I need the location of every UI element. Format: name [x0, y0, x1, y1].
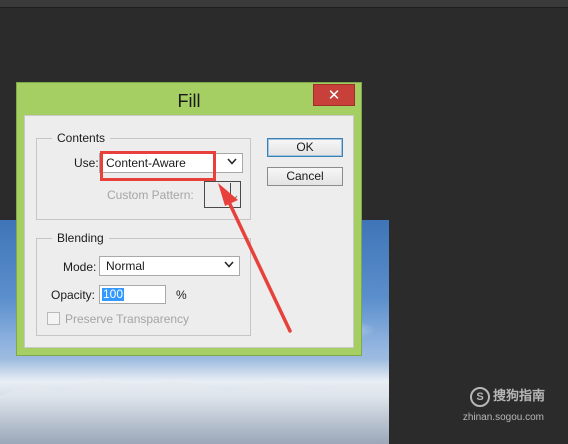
blending-group: Blending Mode: Normal Opacity: 100 % Pre… — [36, 231, 251, 336]
chevron-down-icon — [230, 190, 238, 204]
watermark-brand: 搜狗指南 — [492, 388, 545, 404]
preserve-transparency-checkbox[interactable] — [47, 312, 60, 325]
chevron-down-icon — [219, 257, 239, 275]
mode-value: Normal — [106, 259, 145, 273]
opacity-input[interactable]: 100 — [99, 285, 166, 304]
sogou-logo-icon: S — [469, 387, 490, 407]
mode-select[interactable]: Normal — [99, 256, 240, 276]
dialog-body: Contents Use: Content-Aware Custom Patte… — [24, 115, 354, 348]
opacity-value: 100 — [102, 287, 125, 301]
custom-pattern-label: Custom Pattern: — [107, 188, 194, 202]
watermark-url: zhinan.sogou.com — [462, 412, 544, 423]
sogou-watermark: S 搜狗指南 — [469, 385, 545, 407]
contents-legend: Contents — [52, 131, 111, 145]
mode-label: Mode: — [63, 260, 97, 274]
annotation-highlight — [100, 151, 216, 181]
ok-button[interactable]: OK — [267, 138, 343, 157]
preserve-transparency-label: Preserve Transparency — [65, 312, 190, 326]
app-top-bar — [0, 0, 568, 8]
fill-dialog: Fill ✕ Contents Use: Content-Aware Custo… — [16, 82, 362, 356]
close-icon: ✕ — [327, 87, 341, 104]
cancel-button[interactable]: Cancel — [267, 167, 343, 186]
custom-pattern-picker[interactable] — [204, 181, 241, 208]
close-button[interactable]: ✕ — [313, 84, 355, 106]
blending-legend: Blending — [52, 231, 109, 245]
snow-mountains — [0, 378, 389, 444]
use-label: Use: — [74, 156, 99, 170]
chevron-down-icon — [222, 154, 242, 172]
opacity-unit: % — [176, 288, 187, 302]
pattern-swatch-icon — [206, 183, 231, 206]
opacity-label: Opacity: — [51, 288, 96, 302]
dialog-title: Fill — [177, 91, 201, 111]
